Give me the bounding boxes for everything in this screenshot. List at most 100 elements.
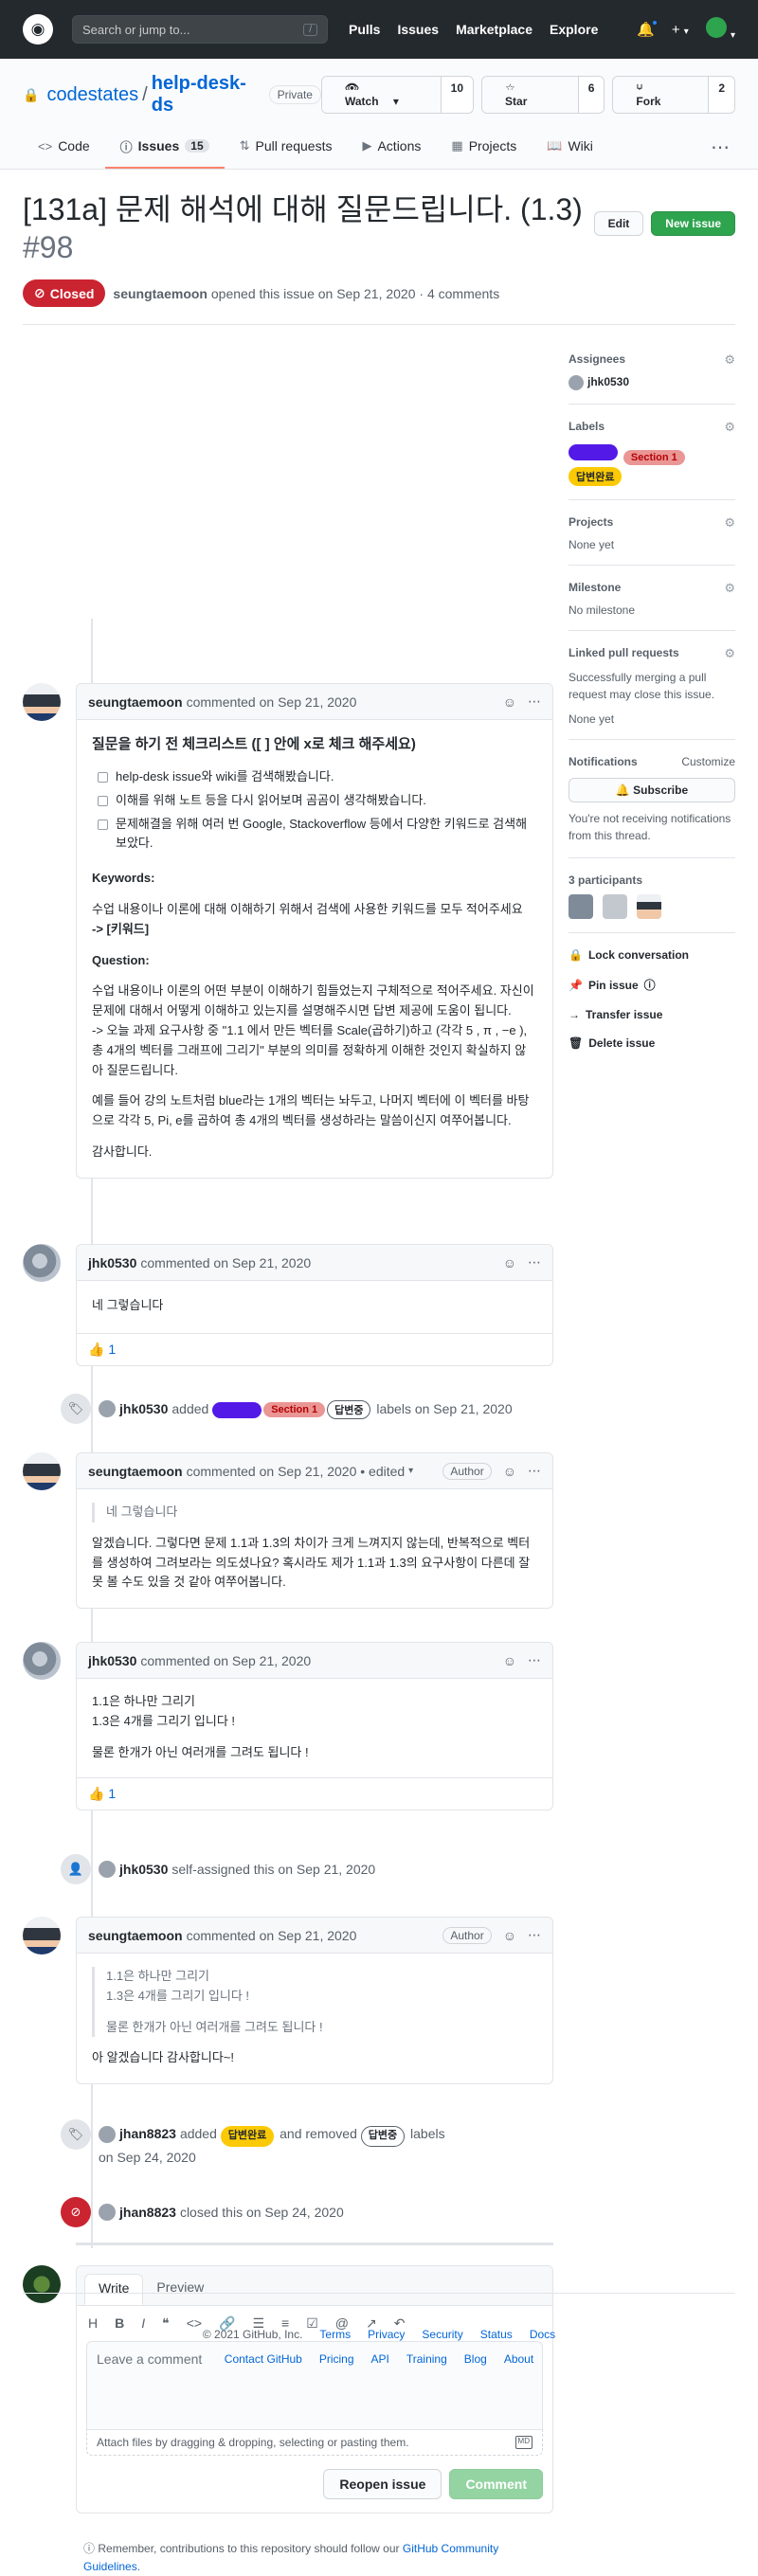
- footer-link[interactable]: Terms: [319, 2328, 351, 2341]
- event-actor[interactable]: jhan8823: [119, 2205, 176, 2220]
- avatar[interactable]: [23, 1452, 61, 1490]
- footer-link[interactable]: Docs: [530, 2328, 555, 2341]
- customize-link[interactable]: Customize: [681, 755, 735, 768]
- nav-explore[interactable]: Explore: [550, 22, 598, 37]
- footer-link[interactable]: About: [504, 2352, 533, 2366]
- comment-author[interactable]: seungtaemoon: [88, 694, 183, 710]
- tab-actions[interactable]: ▶ Actions: [347, 125, 436, 169]
- avatar[interactable]: [23, 1642, 61, 1680]
- user-menu[interactable]: ▾: [705, 17, 735, 42]
- reaction-button[interactable]: 👍 1: [77, 1777, 552, 1810]
- avatar[interactable]: [603, 894, 627, 919]
- gear-icon[interactable]: ⚙: [724, 515, 735, 531]
- edit-button[interactable]: Edit: [593, 211, 644, 236]
- avatar[interactable]: [23, 683, 61, 721]
- tab-pull-requests[interactable]: ⇅ Pull requests: [225, 125, 348, 169]
- label-badge[interactable]: [212, 1401, 262, 1418]
- tab-projects[interactable]: ▦ Projects: [436, 125, 532, 169]
- gear-icon[interactable]: ⚙: [724, 352, 735, 368]
- issue-author-link[interactable]: seungtaemoon: [113, 286, 208, 301]
- checkbox[interactable]: [98, 795, 108, 806]
- chevron-down-icon[interactable]: ▾: [408, 1466, 413, 1476]
- footer-link[interactable]: API: [371, 2352, 389, 2366]
- footer-link[interactable]: Contact GitHub: [225, 2352, 302, 2366]
- label-badge[interactable]: Section 1: [263, 1402, 326, 1417]
- subscribe-button[interactable]: 🔔 Subscribe: [568, 778, 735, 802]
- label-badge[interactable]: 답변완료: [220, 2126, 275, 2147]
- comment-author[interactable]: jhk0530: [88, 1653, 136, 1668]
- label-badge[interactable]: 답변중: [360, 2126, 406, 2147]
- reaction-button[interactable]: 👍 1: [77, 1332, 552, 1365]
- watch-count[interactable]: 10: [440, 77, 474, 113]
- comment-button[interactable]: Comment: [449, 2469, 543, 2499]
- smiley-icon[interactable]: ☺: [503, 1464, 516, 1479]
- footer-link[interactable]: Status: [480, 2328, 513, 2341]
- repo-name-link[interactable]: help-desk-ds: [152, 73, 262, 117]
- comment-author[interactable]: seungtaemoon: [88, 1464, 183, 1479]
- repo-owner-link[interactable]: codestates: [46, 84, 138, 106]
- fork-count[interactable]: 2: [708, 77, 734, 113]
- smiley-icon[interactable]: ☺: [503, 1928, 516, 1943]
- kebab-icon[interactable]: ⋯: [528, 1254, 541, 1270]
- comment: jhk0530 commented on Sep 21, 2020 ☺ ⋯ 네 그렇…: [76, 1244, 553, 1366]
- more-tabs-icon[interactable]: ⋯: [711, 125, 735, 169]
- avatar[interactable]: [637, 894, 661, 919]
- smiley-icon[interactable]: ☺: [503, 694, 516, 710]
- tab-issues[interactable]: ⓘ Issues 15: [104, 125, 225, 169]
- avatar[interactable]: [99, 1400, 116, 1417]
- fork-button[interactable]: ⑂ Fork: [613, 77, 709, 113]
- markdown-icon[interactable]: MD: [514, 2436, 532, 2449]
- create-new-menu[interactable]: + ▾: [672, 22, 689, 38]
- star-count[interactable]: 6: [577, 77, 605, 113]
- pin-issue-button[interactable]: 📌 Pin issue ⓘ: [568, 977, 735, 993]
- avatar[interactable]: [23, 1244, 61, 1282]
- kebab-icon[interactable]: ⋯: [528, 1652, 541, 1668]
- kebab-icon[interactable]: ⋯: [528, 1927, 541, 1943]
- kebab-icon[interactable]: ⋯: [528, 1463, 541, 1479]
- footer-link[interactable]: Training: [406, 2352, 447, 2366]
- comment-author[interactable]: jhk0530: [88, 1255, 136, 1270]
- label-badge[interactable]: 답변완료: [568, 467, 623, 486]
- label-badge[interactable]: Section 1: [623, 450, 685, 465]
- footer-link[interactable]: Blog: [464, 2352, 487, 2366]
- footer-link[interactable]: Security: [422, 2328, 462, 2341]
- nav-marketplace[interactable]: Marketplace: [456, 22, 532, 37]
- search-input[interactable]: Search or jump to... /: [72, 15, 328, 44]
- event-actor[interactable]: jhk0530: [119, 1401, 168, 1416]
- gear-icon[interactable]: ⚙: [724, 581, 735, 596]
- attach-files-area[interactable]: Attach files by dragging & dropping, sel…: [86, 2430, 543, 2456]
- comment-author[interactable]: seungtaemoon: [88, 1928, 183, 1943]
- event-actor[interactable]: jhk0530: [119, 1862, 168, 1877]
- star-button[interactable]: ☆ Star: [482, 77, 578, 113]
- github-logo-icon[interactable]: ◉: [23, 14, 53, 45]
- watch-button[interactable]: 👁 Watch ▾: [321, 77, 441, 113]
- avatar[interactable]: [23, 1917, 61, 1955]
- avatar[interactable]: [568, 894, 593, 919]
- event-actor[interactable]: jhan8823: [119, 2126, 176, 2141]
- new-issue-button[interactable]: New issue: [651, 211, 735, 236]
- tab-wiki[interactable]: 📖 Wiki: [532, 125, 608, 169]
- transfer-issue-button[interactable]: → Transfer issue: [568, 1008, 735, 1021]
- assignee[interactable]: jhk0530: [568, 375, 735, 390]
- footer-link[interactable]: Pricing: [319, 2352, 354, 2366]
- kebab-icon[interactable]: ⋯: [528, 694, 541, 710]
- avatar[interactable]: [99, 1861, 116, 1878]
- smiley-icon[interactable]: ☺: [503, 1653, 516, 1668]
- checkbox[interactable]: [98, 772, 108, 783]
- gear-icon[interactable]: ⚙: [724, 420, 735, 435]
- tab-code[interactable]: <> Code: [23, 125, 105, 169]
- reopen-issue-button[interactable]: Reopen issue: [323, 2469, 442, 2499]
- notifications-bell-icon[interactable]: 🔔: [637, 19, 659, 38]
- label-badge[interactable]: 답변중: [327, 1400, 371, 1419]
- nav-pulls[interactable]: Pulls: [349, 22, 380, 37]
- label-badge[interactable]: [568, 444, 618, 460]
- gear-icon[interactable]: ⚙: [724, 646, 735, 661]
- checkbox[interactable]: [98, 819, 108, 830]
- avatar[interactable]: [99, 2204, 116, 2221]
- smiley-icon[interactable]: ☺: [503, 1255, 516, 1270]
- lock-conversation-button[interactable]: 🔒 Lock conversation: [568, 948, 735, 962]
- delete-issue-button[interactable]: 🗑 Delete issue: [568, 1036, 735, 1050]
- nav-issues[interactable]: Issues: [397, 22, 439, 37]
- avatar[interactable]: [99, 2126, 116, 2144]
- footer-link[interactable]: Privacy: [368, 2328, 405, 2341]
